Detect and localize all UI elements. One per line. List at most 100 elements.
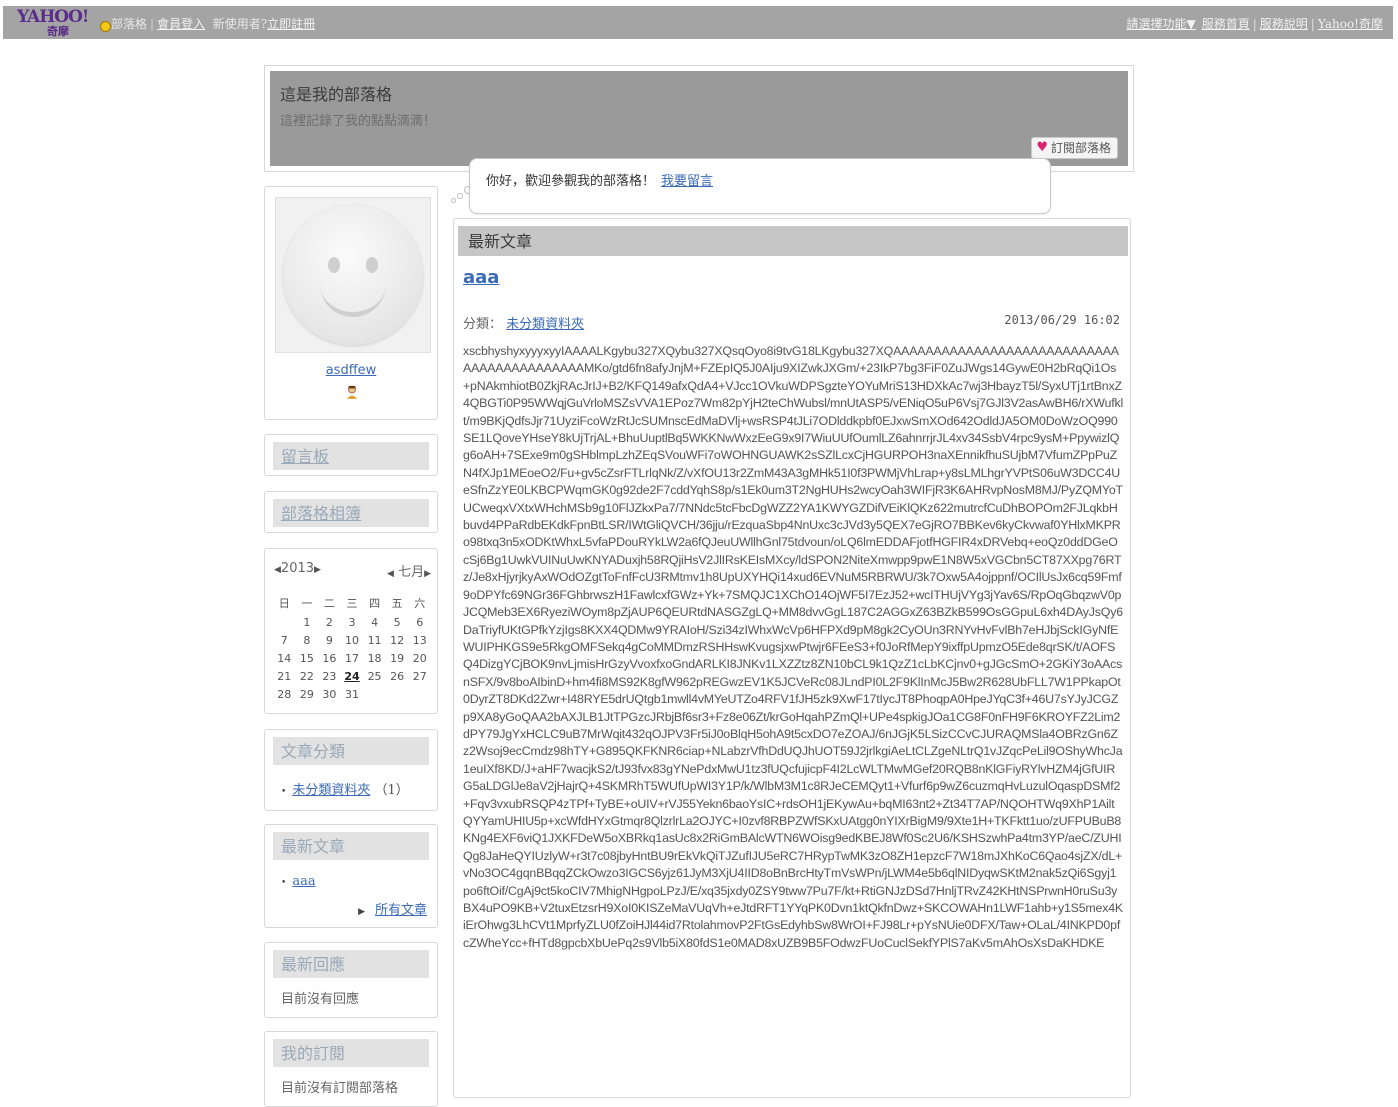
latest-posts-panel: 最新文章 • aaa ▶ 所有文章 — [264, 824, 438, 928]
prev-year-arrow-icon[interactable]: ◀ — [274, 565, 281, 575]
register-link[interactable]: 立即註冊 — [267, 17, 315, 31]
post-category-link[interactable]: 未分類資料夾 — [506, 317, 584, 332]
nav-blog[interactable]: 部落格 — [111, 17, 147, 31]
calendar-day[interactable]: 4 — [363, 616, 386, 629]
welcome-text: 你好，歡迎參觀我的部落格！ — [486, 174, 656, 189]
latest-post-link[interactable]: aaa — [292, 874, 315, 889]
calendar-day[interactable]: 26 — [386, 670, 409, 683]
calendar-day[interactable]: 31 — [341, 688, 364, 701]
all-posts-link[interactable]: 所有文章 — [375, 903, 427, 918]
avatar[interactable] — [275, 197, 431, 353]
latest-post-item: • aaa — [281, 874, 316, 889]
heart-icon: ♥ — [1036, 140, 1048, 155]
no-subscriptions-text: 目前沒有訂閱部落格 — [281, 1081, 399, 1096]
main-content: 最新文章 aaa 分類： 未分類資料夾 2013/06/29 16:02 xsc… — [453, 218, 1131, 1098]
calendar-day[interactable]: 23 — [318, 670, 341, 683]
calendar-header: ◀2013▶ ◀ 七月▶ — [274, 561, 431, 580]
blog-header: 這是我的部落格 這裡記錄了我的點點滴滴！ ♥ 訂閱部落格 — [264, 65, 1134, 172]
calendar-day[interactable]: 30 — [318, 688, 341, 701]
calendar-day[interactable]: 24 — [341, 670, 364, 683]
blog-description: 這裡記錄了我的點點滴滴！ — [280, 114, 437, 129]
calendar-day[interactable]: 11 — [363, 634, 386, 647]
service-help-link[interactable]: 服務說明 — [1260, 17, 1308, 31]
blog-album-panel: 部落格相簿 — [264, 491, 438, 533]
next-year-arrow-icon[interactable]: ▶ — [314, 565, 321, 575]
calendar-day[interactable]: 29 — [296, 688, 319, 701]
logo-subtext: 奇摩 — [47, 25, 69, 38]
calendar-weekday: 日 — [278, 597, 290, 610]
calendar-day[interactable]: 16 — [318, 652, 341, 665]
my-subscriptions-title: 我的訂閱 — [273, 1039, 429, 1067]
yahoo-logo[interactable]: YAHOO! 奇摩 — [17, 7, 111, 39]
calendar-day[interactable]: 7 — [273, 634, 296, 647]
calendar-weekday: 六 — [414, 597, 426, 610]
service-home-link[interactable]: 服務首頁 — [1202, 17, 1250, 31]
top-right-links: 請選擇功能▼ 服務首頁 | 服務說明 | Yahoo!奇摩 — [1126, 17, 1383, 31]
smiley-logo-icon — [100, 21, 111, 32]
calendar-day[interactable]: 8 — [296, 634, 319, 647]
calendar-day[interactable]: 27 — [408, 670, 431, 683]
calendar-day[interactable]: 2 — [318, 616, 341, 629]
yahoo-home-link[interactable]: Yahoo!奇摩 — [1318, 17, 1383, 31]
calendar-day[interactable]: 6 — [408, 616, 431, 629]
guestbook-panel: 留言板 — [264, 434, 438, 476]
calendar-day[interactable]: 19 — [386, 652, 409, 665]
calendar-day[interactable]: 20 — [408, 652, 431, 665]
calendar-day[interactable]: 13 — [408, 634, 431, 647]
post-body: xscbhyshyxyyyxyyIAAAALKgybu327XQybu327XQ… — [463, 344, 1124, 950]
latest-replies-panel: 最新回應 目前沒有回應 — [264, 942, 438, 1018]
calendar-day[interactable]: 12 — [386, 634, 409, 647]
login-link[interactable]: 會員登入 — [157, 17, 205, 31]
calendar-day[interactable]: 17 — [341, 652, 364, 665]
calendar-weekday: 四 — [369, 597, 381, 610]
calendar-day[interactable]: 18 — [363, 652, 386, 665]
calendar-day[interactable]: 22 — [296, 670, 319, 683]
post-date: 2013/06/29 16:02 — [1004, 313, 1120, 327]
new-user-text: 新使用者? — [212, 17, 268, 31]
calendar-grid: 日一二三四五六 1 2 3 4 5 6 7 8 9 10 11 12 13 14 15 16 17 18 19 20 21… — [273, 595, 431, 701]
calendar-empty-cell — [273, 616, 296, 629]
profile-panel: asdffew — [264, 186, 438, 420]
calendar-day[interactable]: 5 — [386, 616, 409, 629]
categories-title: 文章分類 — [273, 737, 429, 765]
latest-posts-title: 最新文章 — [273, 832, 429, 860]
welcome-bubble: 你好，歡迎參觀我的部落格！ 我要留言 — [469, 158, 1051, 214]
bubble-dot-icon — [457, 193, 463, 199]
bubble-dot-icon — [451, 198, 456, 203]
no-replies-text: 目前沒有回應 — [281, 992, 360, 1007]
categories-panel: 文章分類 • 未分類資料夾 （1） — [264, 729, 438, 811]
section-title: 最新文章 — [458, 226, 1128, 256]
smiley-avatar-icon — [283, 205, 423, 345]
post-title-link[interactable]: aaa — [463, 267, 499, 288]
calendar-weekday: 二 — [323, 597, 335, 610]
prev-month-arrow-icon[interactable]: ◀ — [387, 569, 394, 579]
user-icon[interactable] — [346, 385, 358, 399]
calendar-day[interactable]: 28 — [273, 688, 296, 701]
calendar-day[interactable]: 3 — [341, 616, 364, 629]
subscribe-blog-button[interactable]: ♥ 訂閱部落格 — [1031, 137, 1118, 159]
top-nav: 部落格 | 會員登入 新使用者?立即註冊 — [111, 17, 316, 31]
feature-select-dropdown[interactable]: 請選擇功能▼ — [1126, 17, 1195, 31]
calendar-day[interactable]: 9 — [318, 634, 341, 647]
subscribe-label: 訂閱部落格 — [1050, 141, 1111, 155]
username-link[interactable]: asdffew — [265, 363, 437, 378]
top-bar: YAHOO! 奇摩 部落格 | 會員登入 新使用者?立即註冊 請選擇功能▼ 服務首頁 |… — [3, 6, 1393, 39]
calendar-day[interactable]: 14 — [273, 652, 296, 665]
next-month-arrow-icon[interactable]: ▶ — [424, 569, 431, 579]
all-posts: ▶ 所有文章 — [358, 899, 427, 918]
leave-message-link[interactable]: 我要留言 — [661, 174, 713, 189]
calendar-day[interactable]: 21 — [273, 670, 296, 683]
blog-album-link[interactable]: 部落格相簿 — [281, 504, 361, 523]
calendar-day[interactable]: 25 — [363, 670, 386, 683]
calendar-panel: ◀2013▶ ◀ 七月▶ 日一二三四五六 1 2 3 4 5 6 7 8 9 10 11 12 13 14 1… — [264, 548, 438, 714]
calendar-day[interactable]: 10 — [341, 634, 364, 647]
calendar-day[interactable]: 15 — [296, 652, 319, 665]
calendar-weekday: 一 — [301, 597, 313, 610]
category-link[interactable]: 未分類資料夾 — [292, 783, 370, 798]
calendar-weekday: 三 — [346, 597, 358, 610]
category-count: （1） — [374, 783, 409, 798]
calendar-month: 七月 — [398, 565, 425, 580]
calendar-day[interactable]: 1 — [296, 616, 319, 629]
category-item: • 未分類資料夾 （1） — [281, 783, 409, 798]
guestbook-link[interactable]: 留言板 — [281, 447, 329, 466]
